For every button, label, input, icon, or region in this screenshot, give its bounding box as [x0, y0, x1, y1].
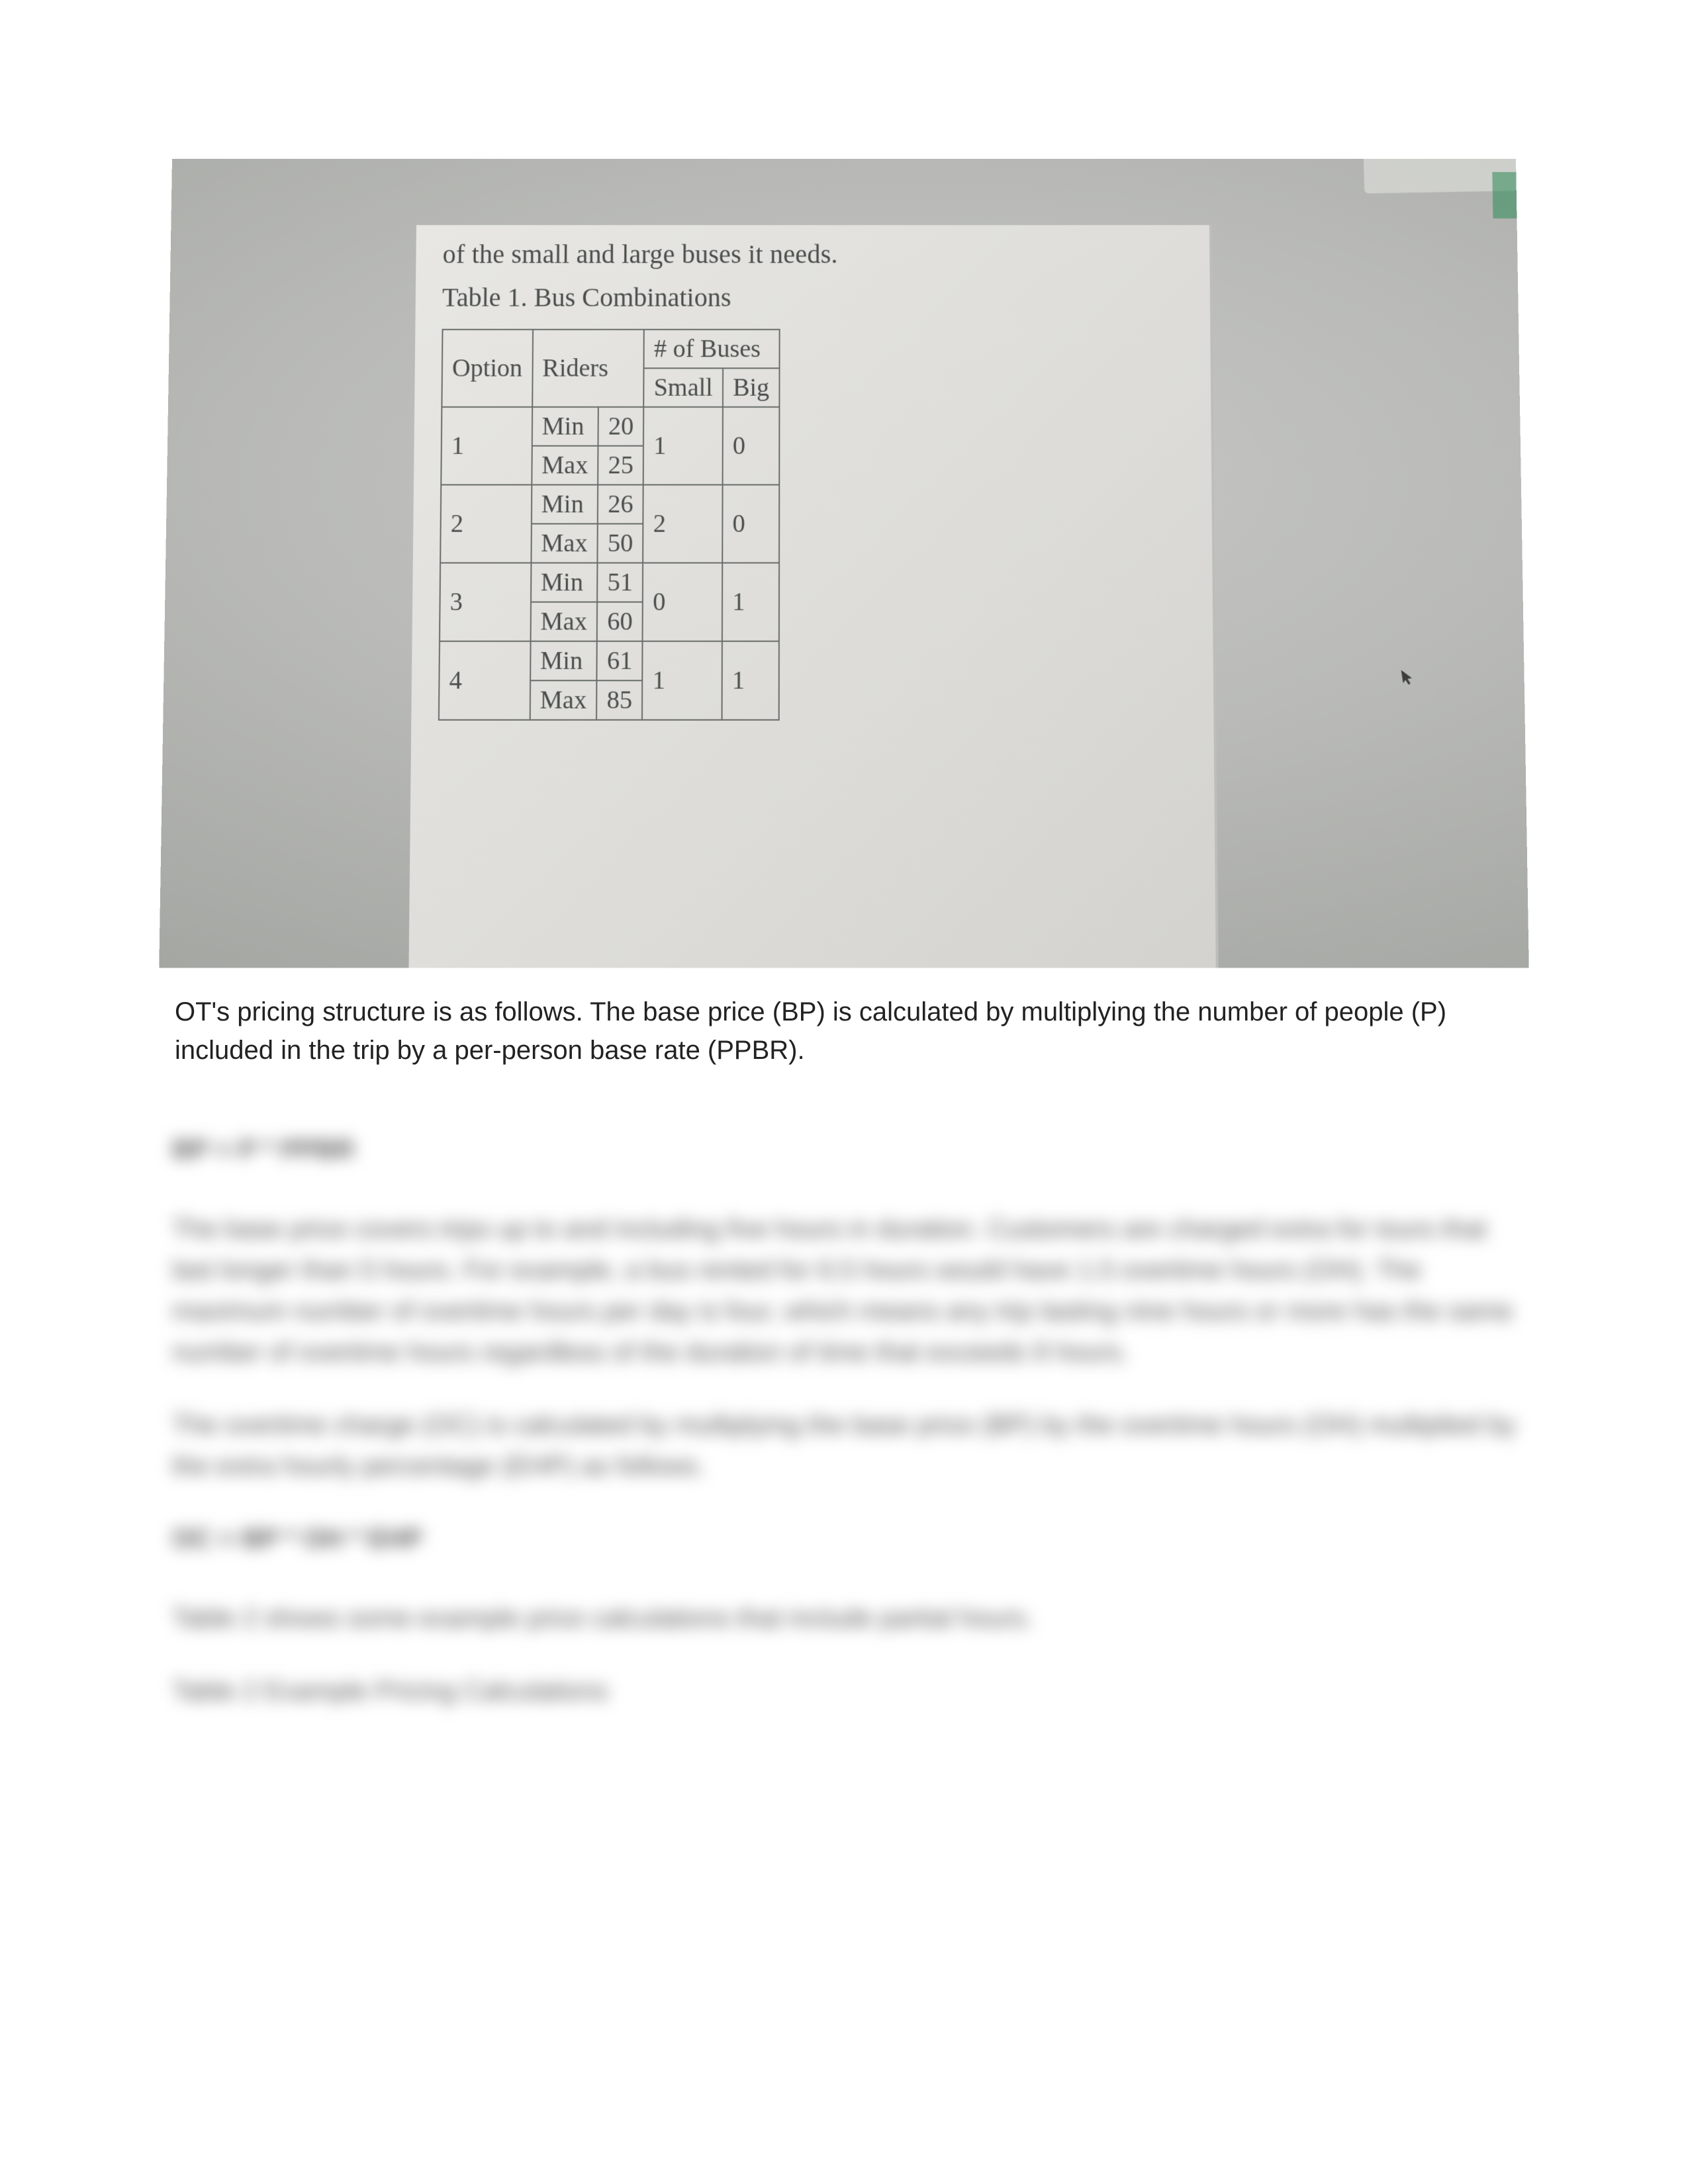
cell-small: 1 [643, 407, 723, 485]
embedded-photo: of the small and large buses it needs. T… [159, 159, 1528, 968]
cell-max-val: 85 [596, 680, 642, 719]
cell-big: 1 [722, 563, 779, 641]
window-ribbon-accent [1492, 172, 1519, 218]
cell-small: 1 [642, 641, 722, 720]
locked-formula-1: BP = P * PPBR [172, 1129, 1516, 1170]
cell-big: 1 [722, 641, 778, 720]
cell-min-label: Min [531, 563, 598, 602]
table-caption: Table 1. Bus Combinations [442, 281, 1186, 312]
col-riders: Riders [532, 330, 644, 407]
cell-option: 1 [441, 407, 532, 485]
cell-option: 2 [440, 485, 532, 563]
locked-content: BP = P * PPBR The base price covers trip… [172, 1129, 1516, 1711]
photographed-document: of the small and large buses it needs. T… [408, 225, 1219, 968]
cell-min-label: Min [532, 407, 598, 446]
cell-min-label: Min [530, 641, 597, 680]
cell-option: 3 [440, 563, 531, 641]
col-option: Option [442, 330, 532, 407]
table-row: 2 Min 26 2 0 [441, 485, 779, 524]
cell-min-val: 61 [597, 641, 643, 680]
cell-max-val: 25 [598, 446, 643, 485]
lead-in-text: of the small and large buses it needs. [442, 238, 1186, 269]
cell-min-val: 26 [598, 485, 643, 524]
col-buses-group: # of Buses [644, 330, 780, 368]
table-row: 1 Min 20 1 0 [442, 407, 779, 446]
cursor-icon [1398, 666, 1419, 691]
cell-option: 4 [439, 641, 530, 720]
bus-combinations-table: Option Riders # of Buses Small Big 1 Min… [438, 329, 780, 721]
col-big: Big [723, 368, 780, 407]
pricing-paragraph: OT's pricing structure is as follows. Th… [172, 993, 1516, 1069]
cell-min-label: Min [531, 485, 598, 524]
cell-min-val: 20 [598, 407, 644, 446]
locked-paragraph-2: The overtime charge (OC) is calculated b… [172, 1404, 1516, 1486]
locked-line-4: Table 2 Example Pricing Calculations [172, 1670, 1516, 1711]
document-page: of the small and large buses it needs. T… [0, 0, 1688, 1711]
table-row: 4 Min 61 1 1 [439, 641, 778, 680]
cell-big: 0 [722, 485, 779, 563]
locked-line-3: Table 2 shows some example price calcula… [172, 1598, 1516, 1639]
cell-max-label: Max [531, 523, 598, 563]
cell-max-val: 60 [597, 602, 643, 641]
cell-max-label: Max [532, 446, 598, 485]
cell-big: 0 [722, 407, 779, 485]
cell-min-val: 51 [597, 563, 643, 602]
cell-small: 0 [643, 563, 722, 641]
table-row: 3 Min 51 0 1 [440, 563, 779, 602]
locked-paragraph-1: The base price covers trips up to and in… [172, 1208, 1516, 1373]
cell-small: 2 [643, 485, 722, 563]
locked-formula-2: OC = BP * OH * EHP [172, 1518, 1516, 1559]
cell-max-val: 50 [598, 523, 643, 563]
col-small: Small [643, 368, 723, 407]
cell-max-label: Max [530, 680, 596, 719]
cell-max-label: Max [530, 602, 597, 641]
table-header-row-1: Option Riders # of Buses [442, 330, 779, 368]
